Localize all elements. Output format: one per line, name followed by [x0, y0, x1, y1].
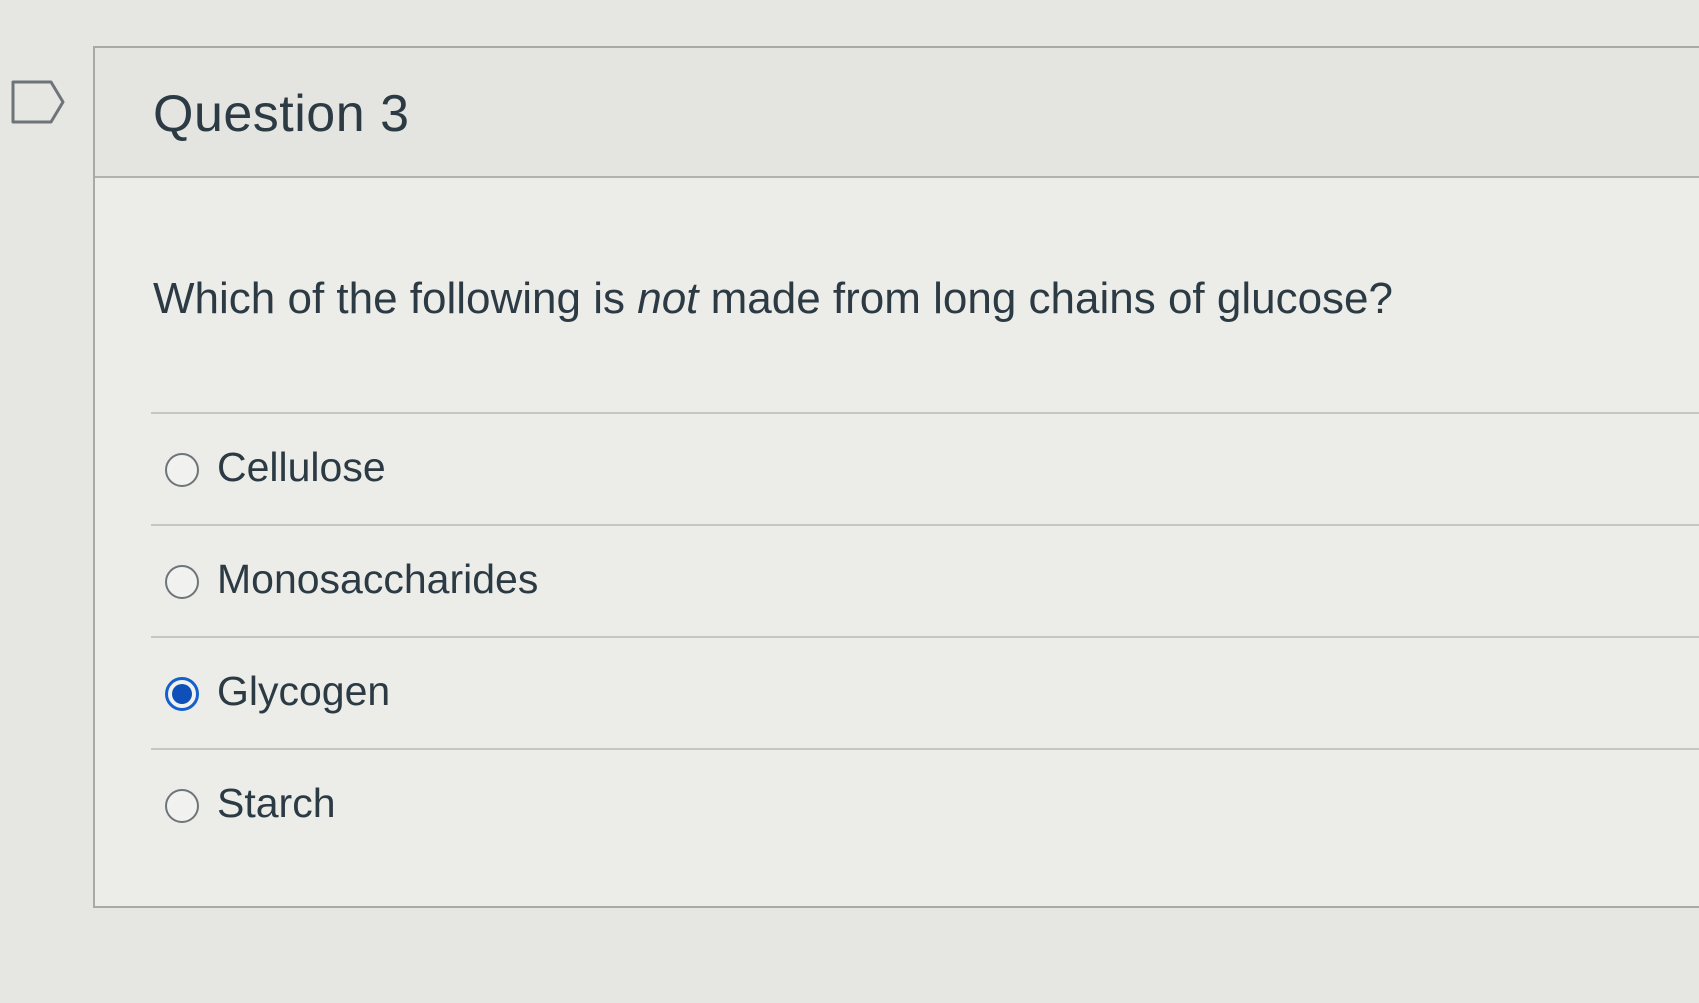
question-header: Question 3 [95, 48, 1699, 178]
answer-label: Monosaccharides [217, 556, 539, 602]
question-card: Question 3 Which of the following is not… [93, 46, 1699, 908]
radio-unchecked-icon[interactable] [165, 789, 199, 823]
answer-label: Starch [217, 780, 336, 826]
flag-question-icon[interactable] [11, 80, 71, 124]
answer-option-monosaccharides[interactable]: Monosaccharides [151, 524, 1699, 636]
question-title: Question 3 [153, 85, 410, 143]
answer-option-starch[interactable]: Starch [151, 748, 1699, 860]
answer-option-cellulose[interactable]: Cellulose [151, 412, 1699, 524]
question-text-end: made from long chains of glucose? [698, 274, 1394, 323]
answer-list: Cellulose Monosaccharides Glycogen Starc… [151, 412, 1699, 860]
radio-checked-icon[interactable] [165, 677, 199, 711]
answer-option-glycogen[interactable]: Glycogen [151, 636, 1699, 748]
question-text: Which of the following is not made from … [153, 274, 1393, 324]
answer-label: Glycogen [217, 668, 391, 714]
question-text-emphasis: not [637, 274, 699, 323]
radio-unchecked-icon[interactable] [165, 453, 199, 487]
answer-label: Cellulose [217, 444, 386, 490]
question-text-start: Which of the following is [153, 274, 638, 323]
radio-unchecked-icon[interactable] [165, 565, 199, 599]
